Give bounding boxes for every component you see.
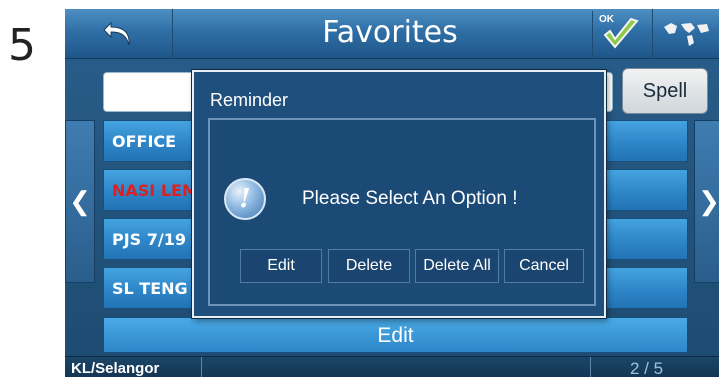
dialog-title: Reminder [210, 90, 289, 110]
favorite-label: PJS 7/19 [112, 230, 187, 249]
favorite-label: SL TENG [112, 279, 188, 298]
dialog-message: Please Select An Option ! [302, 188, 518, 209]
divider [590, 357, 591, 377]
dialog-cancel-button[interactable]: Cancel [504, 249, 584, 283]
prev-page-button[interactable]: ❮ [65, 120, 95, 283]
ok-button[interactable]: OK [592, 11, 648, 57]
status-bar: KL/Selangor 2 / 5 [65, 356, 719, 377]
favorite-label: OFFICE [112, 132, 177, 151]
dialog-delete-button[interactable]: Delete [328, 249, 410, 283]
chevron-left-icon: ❮ [69, 186, 91, 216]
next-page-button[interactable]: ❯ [694, 120, 719, 283]
favorite-label: NASI LEM [112, 181, 198, 200]
map-button[interactable] [652, 9, 719, 59]
dialog-delete-all-button[interactable]: Delete All [415, 249, 499, 283]
page-indicator: 2 / 5 [630, 359, 664, 377]
navigation-device-screen: Favorites OK Spell ❮ ❯ OFFICE NASI LEM P… [65, 9, 719, 377]
page-title: Favorites [322, 15, 458, 50]
edit-button[interactable]: Edit [103, 317, 688, 353]
title-bar: Favorites OK [65, 9, 719, 59]
dialog-edit-button[interactable]: Edit [240, 249, 322, 283]
divider [201, 357, 202, 377]
spell-button[interactable]: Spell [622, 68, 708, 114]
step-number: 5 [8, 20, 36, 71]
reminder-dialog: Reminder ! Please Select An Option ! Edi… [192, 70, 606, 318]
back-arrow-icon [102, 21, 130, 46]
info-icon: ! [224, 178, 266, 220]
chevron-right-icon: ❯ [698, 186, 719, 216]
region-label: KL/Selangor [71, 360, 160, 377]
ok-label: OK [599, 14, 614, 25]
dialog-body: ! Please Select An Option ! Edit Delete … [208, 118, 596, 306]
back-button[interactable] [65, 9, 173, 59]
world-map-icon [664, 23, 709, 46]
